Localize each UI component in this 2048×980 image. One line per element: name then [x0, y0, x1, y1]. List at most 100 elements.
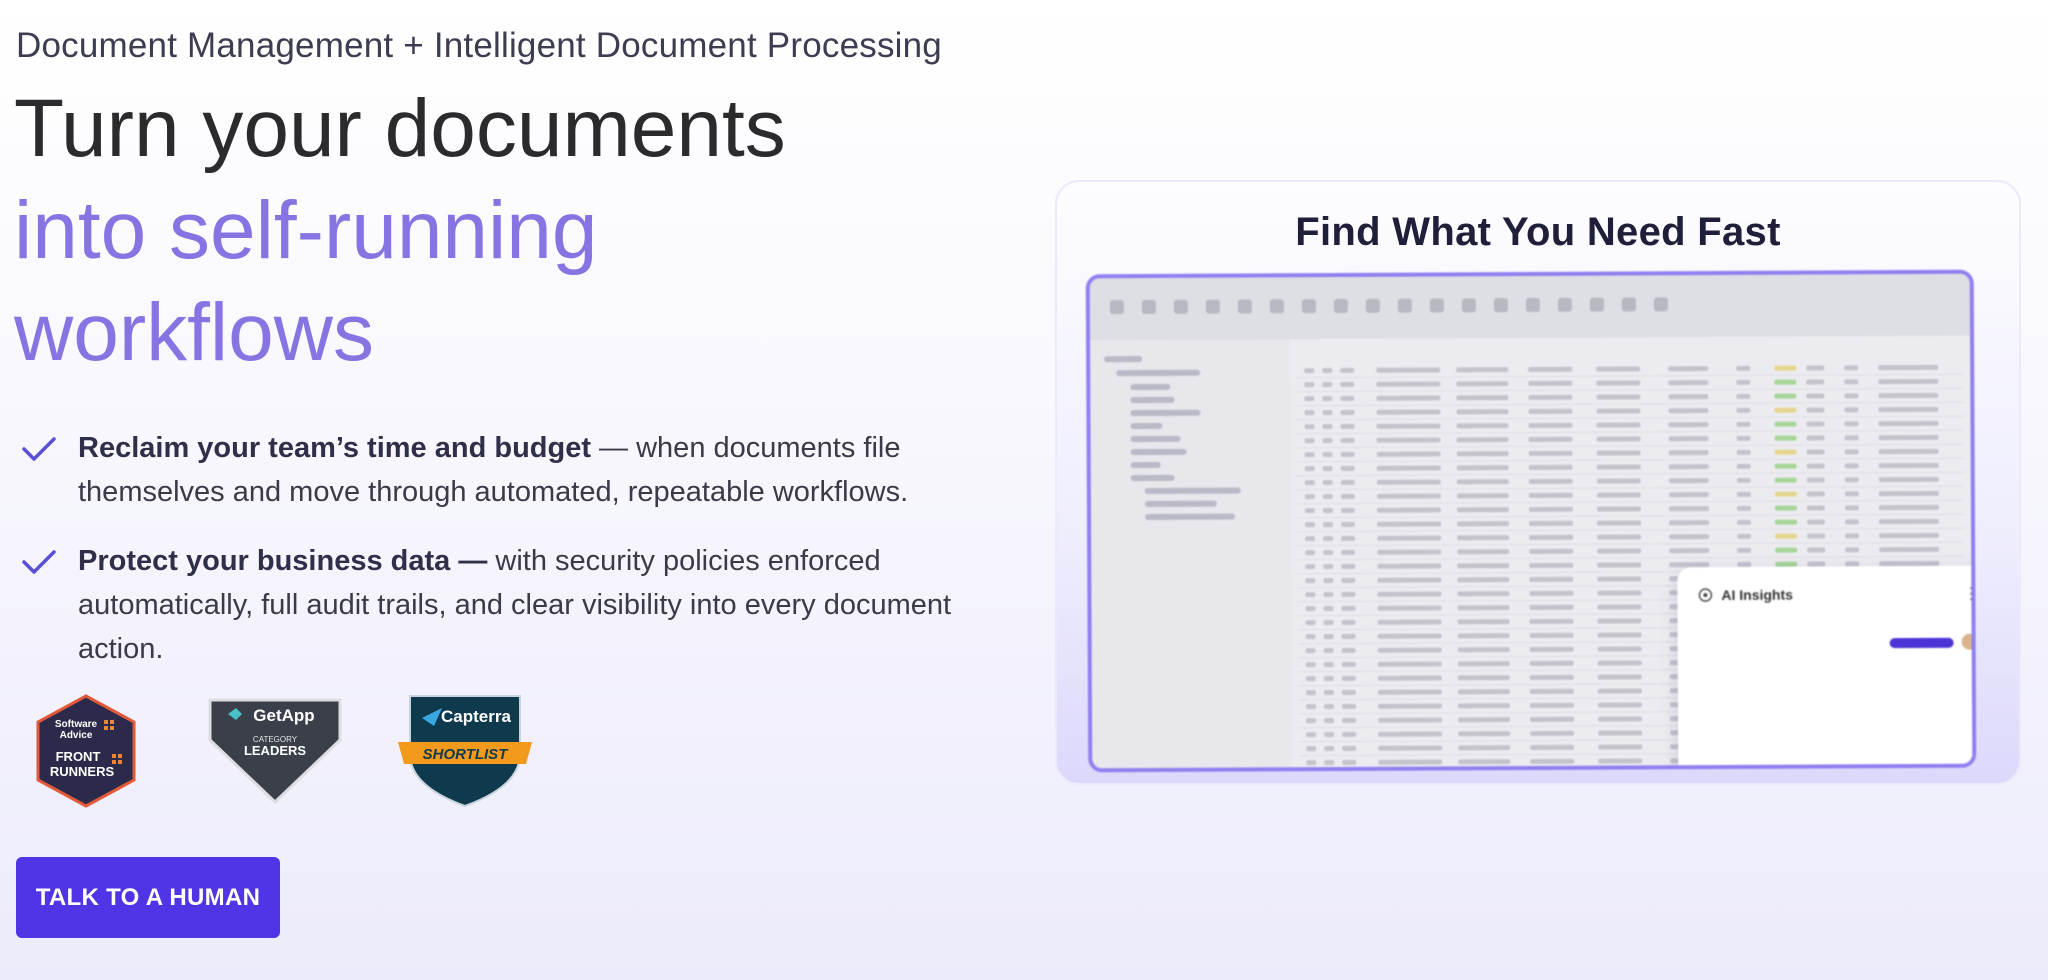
table-cell — [1306, 732, 1317, 738]
table-cell — [1340, 451, 1355, 457]
table-cell — [1457, 661, 1510, 667]
table-cell — [1668, 478, 1709, 484]
table-cell — [1844, 435, 1859, 441]
badge-sa-line4: RUNNERS — [50, 764, 115, 779]
check-icon — [22, 550, 56, 574]
table-cell — [1596, 436, 1641, 442]
table-cell — [1844, 477, 1859, 483]
table-cell — [1597, 702, 1642, 708]
table-cell — [1528, 478, 1573, 485]
table-cell — [1305, 550, 1316, 556]
table-cell — [1529, 646, 1574, 653]
table-cell — [1377, 619, 1442, 625]
table-cell — [1304, 494, 1315, 500]
toolbar-tool-icon — [1141, 299, 1156, 315]
table-cell — [1530, 758, 1575, 765]
table-cell — [1340, 507, 1355, 513]
table-cell — [1846, 771, 1861, 773]
table-cell — [1458, 731, 1511, 737]
toolbar-tool-icon — [1365, 298, 1380, 313]
table-cell — [1456, 395, 1509, 401]
table-cell — [1324, 760, 1335, 766]
benefit-bold: Protect your business data — — [78, 545, 488, 577]
table-cell — [1378, 759, 1443, 765]
table-cell — [1807, 547, 1826, 553]
table-cell — [1304, 466, 1315, 472]
table-cell — [1377, 549, 1442, 555]
table-cell — [1323, 592, 1334, 598]
table-cell — [1305, 634, 1316, 640]
table-cell — [1776, 771, 1799, 773]
table-cell — [1341, 521, 1356, 527]
table-cell — [1806, 379, 1825, 385]
table-cell — [1341, 633, 1356, 639]
table-cell — [1774, 463, 1797, 469]
headline-line-2: into self-running — [14, 185, 598, 276]
table-cell — [1596, 394, 1641, 400]
table-cell — [1322, 466, 1333, 472]
table-cell — [1668, 520, 1710, 526]
table-cell — [1324, 718, 1335, 724]
table-cell — [1457, 633, 1510, 639]
table-cell — [1878, 364, 1939, 371]
table-cell — [1844, 491, 1859, 497]
tree-item — [1130, 448, 1187, 456]
table-cell — [1457, 675, 1510, 681]
table-cell — [1844, 421, 1859, 427]
toolbar-tool-icon — [1237, 299, 1252, 314]
table-cell — [1668, 492, 1709, 498]
table-cell — [1596, 366, 1641, 372]
table-cell — [1529, 576, 1574, 583]
table-cell — [1377, 703, 1442, 709]
table-cell — [1306, 718, 1317, 724]
table-cell — [1376, 367, 1441, 373]
table-cell — [1597, 590, 1642, 596]
table-cell — [1341, 619, 1356, 625]
table-cell — [1340, 465, 1355, 471]
tree-item — [1116, 369, 1201, 377]
table-cell — [1736, 379, 1751, 385]
table-cell — [1305, 564, 1316, 570]
table-cell — [1457, 577, 1510, 583]
software-advice-badge: Software Advice FRONT RUNNERS — [36, 694, 136, 808]
table-cell — [1528, 408, 1573, 415]
table-cell — [1376, 465, 1441, 471]
table-cell — [1341, 549, 1356, 555]
table-cell — [1322, 424, 1333, 430]
table-cell — [1305, 606, 1316, 612]
table-cell — [1377, 647, 1442, 653]
table-cell — [1597, 604, 1642, 610]
table-cell — [1597, 632, 1642, 638]
eyebrow-text: Document Management + Intelligent Docume… — [16, 26, 942, 65]
table-cell — [1879, 546, 1940, 553]
talk-to-human-button[interactable]: TALK TO A HUMAN — [16, 857, 280, 938]
table-cell — [1305, 690, 1316, 696]
table-cell — [1597, 576, 1642, 582]
capterra-badge: Capterra SHORTLIST — [398, 695, 532, 808]
table-cell — [1878, 518, 1940, 525]
table-cell — [1340, 479, 1355, 485]
table-cell — [1774, 407, 1797, 413]
tree-item — [1130, 461, 1161, 469]
table-cell — [1736, 463, 1751, 469]
getapp-badge: GetApp CATEGORY LEADERS — [208, 698, 342, 804]
table-cell — [1377, 661, 1442, 667]
table-cell — [1528, 394, 1573, 401]
table-cell — [1598, 730, 1643, 736]
table-cell — [1598, 716, 1643, 722]
more-options-icon[interactable]: ⋮ — [1963, 584, 1976, 604]
table-cell — [1458, 717, 1511, 723]
table-cell — [1458, 759, 1511, 765]
table-cell — [1737, 533, 1752, 539]
table-cell — [1304, 382, 1315, 388]
table-cell — [1668, 422, 1709, 428]
table-cell — [1878, 504, 1939, 511]
table-cell — [1806, 365, 1825, 371]
table-cell — [1323, 676, 1334, 682]
toolbar-tool-icon — [1461, 298, 1476, 313]
table-cell — [1598, 744, 1643, 750]
tree-item — [1144, 513, 1235, 521]
table-cell — [1669, 548, 1710, 554]
table-cell — [1342, 745, 1357, 751]
table-cell — [1529, 548, 1574, 555]
